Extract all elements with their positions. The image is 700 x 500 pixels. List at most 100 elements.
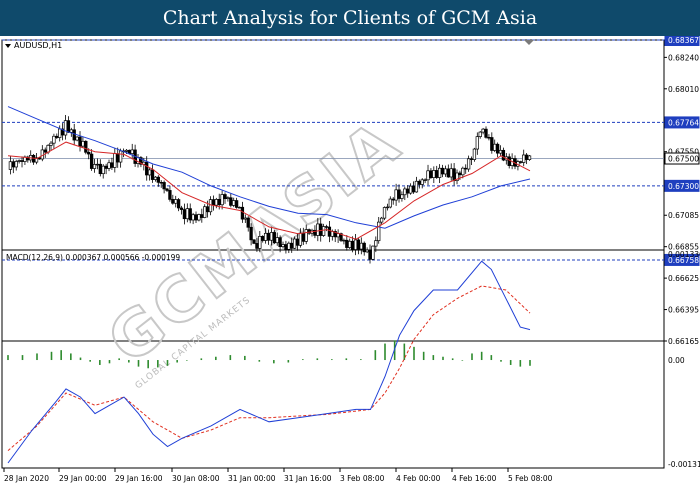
candle-body (365, 249, 369, 253)
macd-histogram-bar (70, 353, 72, 361)
candle (66, 116, 71, 134)
candle-body (113, 153, 117, 168)
candle-body (469, 158, 474, 160)
macd-y-tick-label: 0.001336 (668, 250, 700, 259)
candle-body (229, 197, 233, 206)
candle-body (388, 198, 392, 208)
candle-body (501, 149, 506, 161)
candle (493, 139, 497, 153)
candle-body (507, 156, 511, 166)
candle (60, 123, 65, 141)
candle-body (295, 238, 300, 246)
candle-body (435, 170, 439, 178)
candle-body (249, 226, 253, 241)
macd-title: MACD(12,26,9) 0.000367 0.000566 -0.00019… (6, 253, 180, 262)
candle-body (426, 170, 430, 181)
candle (150, 164, 155, 183)
x-tick-label: 4 Feb 00:00 (396, 474, 441, 483)
candle (342, 238, 346, 245)
candle-body (226, 197, 230, 200)
candle (469, 156, 474, 165)
candle-body (397, 189, 401, 199)
candle-body (458, 172, 462, 176)
candle (234, 197, 239, 209)
y-tick-label: 0.67085 (668, 211, 699, 220)
candle-body (304, 229, 308, 242)
candle-body (443, 168, 448, 175)
candle (333, 229, 337, 243)
candle (475, 132, 479, 155)
candle-body (147, 169, 152, 176)
macd-histogram-bar (128, 360, 130, 363)
candle (501, 147, 506, 162)
candle-body (275, 237, 279, 244)
candle (211, 195, 216, 211)
candle (104, 163, 108, 175)
candle (498, 145, 503, 157)
candle (519, 160, 523, 164)
candle-body (156, 176, 160, 183)
candle (397, 184, 401, 203)
candle-body (240, 206, 245, 220)
candle (17, 159, 21, 164)
candle-body (252, 239, 256, 244)
candle-body (263, 232, 268, 241)
candle (464, 164, 468, 174)
candle-body (414, 180, 419, 193)
candle-body (466, 158, 471, 170)
candle (107, 159, 111, 172)
candle-body (348, 240, 352, 248)
macd-histogram-bar (509, 360, 512, 365)
candle-body (14, 161, 18, 168)
macd-panel-frame (1, 249, 665, 469)
candle (400, 191, 404, 202)
candle (408, 183, 413, 195)
candle (203, 204, 207, 219)
candle (75, 136, 79, 142)
candle (110, 157, 114, 171)
candle-body (159, 182, 163, 184)
y-tick-label: 0.66165 (668, 337, 699, 346)
candle-body (461, 167, 465, 176)
candle-body (107, 162, 111, 169)
candle-body (232, 200, 236, 206)
candle-body (464, 167, 468, 170)
candle (84, 140, 88, 155)
candle-body (200, 214, 204, 218)
candle-body (353, 239, 358, 250)
candle-body (8, 161, 13, 170)
candle (481, 127, 485, 135)
candle-body (522, 154, 526, 163)
macd-histogram-bar (36, 353, 38, 361)
candle (49, 140, 53, 151)
candle (252, 239, 256, 245)
candle-body (118, 150, 123, 163)
candle (472, 147, 477, 162)
candle (226, 196, 230, 202)
candle (394, 183, 398, 206)
candle (165, 187, 169, 193)
candle-body (150, 169, 155, 180)
macd-histogram-bar (200, 358, 203, 361)
candle-body (490, 137, 494, 151)
candle-body (220, 194, 224, 206)
chart-title-banner: Chart Analysis for Clients of GCM Asia (0, 0, 700, 36)
candle (348, 238, 352, 250)
macd-main-line (7, 260, 531, 464)
macd-histogram-bar (413, 346, 415, 361)
macd-histogram-bar (490, 355, 493, 361)
candle (194, 211, 198, 224)
candle-body (72, 129, 76, 141)
candle (229, 192, 233, 208)
macd-histogram-bar (215, 356, 217, 361)
candle (55, 133, 59, 140)
candle-body (284, 244, 288, 250)
y-tick-label: 0.68367 (668, 36, 699, 45)
candle (223, 192, 227, 204)
candle-body (290, 242, 294, 249)
macd-histogram-bar (519, 360, 522, 367)
macd-histogram-bar (50, 351, 53, 361)
candle-body (162, 182, 166, 190)
candle-body (524, 154, 529, 160)
candle (153, 176, 158, 182)
